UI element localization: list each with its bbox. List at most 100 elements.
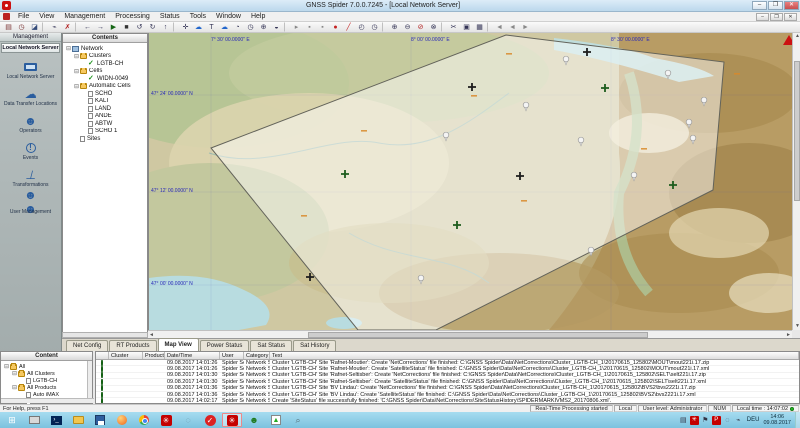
start-processing-icon[interactable]: ▶ bbox=[107, 22, 120, 32]
red-check-app-icon[interactable]: ✓ bbox=[200, 413, 220, 427]
copy-view-icon[interactable]: ▣ bbox=[460, 22, 473, 32]
tree-item[interactable]: ⊟ Network bbox=[65, 45, 147, 53]
upload-icon[interactable]: ↑ bbox=[159, 22, 172, 32]
map-pin-icon[interactable] bbox=[631, 172, 637, 178]
sidebar-item[interactable]: ☻☻ User Management bbox=[0, 195, 61, 215]
map-vertical-scrollbar[interactable]: ▲ ▼ bbox=[792, 33, 800, 330]
p-badge-icon[interactable]: P bbox=[712, 416, 721, 425]
nav-next-icon[interactable]: ► bbox=[519, 22, 532, 32]
firefox-icon[interactable] bbox=[112, 413, 132, 427]
green-users-app-icon[interactable]: ☻ bbox=[244, 413, 264, 427]
network-status-icon[interactable]: ◌ bbox=[723, 416, 732, 425]
select-icon[interactable]: ✂ bbox=[447, 22, 460, 32]
time2-icon[interactable]: ◷ bbox=[368, 22, 381, 32]
time1-icon[interactable]: ◴ bbox=[355, 22, 368, 32]
view-tab[interactable]: Map View bbox=[158, 338, 199, 351]
sep[interactable] bbox=[173, 22, 178, 32]
view-tab[interactable]: RT Products bbox=[109, 340, 156, 351]
nav-first-icon[interactable]: ◄ bbox=[493, 22, 506, 32]
search-app-icon[interactable]: ⌕ bbox=[288, 413, 308, 427]
view-tab[interactable]: Sat Status bbox=[250, 340, 292, 351]
show-desktop-button[interactable] bbox=[795, 412, 800, 428]
map-pin-icon[interactable] bbox=[690, 135, 696, 141]
column-header-cluster[interactable]: Cluster bbox=[109, 352, 143, 359]
menu-item[interactable]: Window bbox=[211, 13, 246, 20]
taskbar-clock[interactable]: 14:06 09.08.2017 bbox=[763, 414, 791, 426]
column-header-icon[interactable] bbox=[96, 352, 109, 359]
tree-item[interactable]: Sites bbox=[65, 135, 147, 143]
tree-item[interactable]: ⊟ Automatic Cells bbox=[65, 83, 147, 91]
map-pin-icon[interactable] bbox=[665, 70, 671, 76]
view-tab[interactable]: Net Config bbox=[66, 340, 108, 351]
file-explorer-icon[interactable] bbox=[68, 413, 88, 427]
sidebar-item[interactable]: ☁ Data Transfer Locations bbox=[0, 87, 61, 107]
cloud-up-icon[interactable]: ☁ bbox=[192, 22, 205, 32]
text-product-icon[interactable]: T bbox=[205, 22, 218, 32]
content-vertical-scrollbar[interactable] bbox=[87, 361, 92, 399]
stop-processing-icon[interactable]: ■ bbox=[120, 22, 133, 32]
column-header-category[interactable]: Category bbox=[244, 352, 270, 359]
user-tool-icon[interactable]: ◒ bbox=[270, 22, 283, 32]
tree-item[interactable]: LGTB-CH bbox=[3, 377, 92, 384]
map-pin-icon[interactable] bbox=[418, 275, 424, 281]
map-pin-icon[interactable] bbox=[588, 247, 594, 253]
mdi-close-button[interactable]: ✕ bbox=[784, 13, 797, 21]
scroll-up-icon[interactable]: ▲ bbox=[795, 33, 800, 40]
gnss-spider-active-icon[interactable]: ✳ bbox=[222, 413, 242, 427]
cloud-down-icon[interactable]: ☁ bbox=[218, 22, 231, 32]
tree-item[interactable]: SCHO 1 bbox=[65, 128, 147, 136]
server-time-icon[interactable]: ◷ bbox=[15, 22, 28, 32]
menu-item[interactable]: Tools bbox=[185, 13, 211, 20]
stop-small-icon[interactable]: ▪ bbox=[316, 22, 329, 32]
tree-item[interactable]: ⊟ All Products bbox=[3, 384, 92, 391]
image-icon[interactable]: ▦ bbox=[473, 22, 486, 32]
reset-icon[interactable]: ↺ bbox=[133, 22, 146, 32]
operators-tool-icon[interactable]: ◔ bbox=[231, 22, 244, 32]
notification-icon[interactable]: ▤ bbox=[679, 416, 688, 425]
tree-item[interactable]: WIDN-0049 bbox=[65, 75, 147, 83]
zoom-out-icon[interactable]: ⊖ bbox=[401, 22, 414, 32]
tree-item[interactable]: ⊟ Cells bbox=[65, 68, 147, 76]
menu-item[interactable]: Management bbox=[59, 13, 110, 20]
help-book-icon[interactable]: ◪ bbox=[28, 22, 41, 32]
tree-item[interactable]: ⊟ All Clusters bbox=[3, 370, 92, 377]
menu-item[interactable]: Help bbox=[246, 13, 270, 20]
tree-item[interactable]: ANDE bbox=[65, 113, 147, 121]
map-pin-icon[interactable] bbox=[578, 137, 584, 143]
menu-item[interactable]: Status bbox=[155, 13, 185, 20]
tree-item[interactable]: LGTB-CH bbox=[65, 60, 147, 68]
sep[interactable] bbox=[441, 22, 446, 32]
document-icon[interactable] bbox=[3, 13, 10, 20]
view-tab[interactable]: Sat History bbox=[293, 340, 336, 351]
chrome-icon[interactable] bbox=[134, 413, 154, 427]
gnss-spider-icon[interactable]: ✳ bbox=[156, 413, 176, 427]
local-network-server-button[interactable]: Local Network Server bbox=[1, 43, 60, 53]
content-horizontal-scrollbar[interactable] bbox=[1, 398, 94, 403]
map-pin-icon[interactable] bbox=[563, 56, 569, 62]
floppy-app-icon[interactable] bbox=[90, 413, 110, 427]
record-icon[interactable]: ● bbox=[329, 22, 342, 32]
mdi-restore-button[interactable]: ❐ bbox=[770, 13, 783, 21]
link-tool-icon[interactable]: ⊕ bbox=[257, 22, 270, 32]
sidebar-item[interactable]: Local Network Server bbox=[0, 60, 61, 80]
map-horizontal-scrollbar[interactable]: ◄ ► bbox=[148, 330, 792, 338]
chart-app-icon[interactable]: ▲ bbox=[266, 413, 286, 427]
flag-icon[interactable]: ⚑ bbox=[701, 416, 710, 425]
map-view[interactable]: 7° 30' 00.0000" E8° 00' 00.0000" E8° 30'… bbox=[148, 33, 792, 330]
map-pin-icon[interactable] bbox=[443, 132, 449, 138]
column-header-user[interactable]: User bbox=[220, 352, 244, 359]
pen-icon[interactable]: ╱ bbox=[342, 22, 355, 32]
sidebar-item[interactable]: ! Events bbox=[0, 141, 61, 161]
sep[interactable] bbox=[75, 22, 80, 32]
tree-item[interactable]: Auto iMAX bbox=[3, 391, 92, 398]
step-small-icon[interactable]: ▪ bbox=[303, 22, 316, 32]
view-tab[interactable]: Power Status bbox=[200, 340, 250, 351]
zoom-in-icon[interactable]: ⊕ bbox=[388, 22, 401, 32]
tree-item[interactable]: LAND bbox=[65, 105, 147, 113]
sidebar-item[interactable]: ⊥ Transformations bbox=[0, 168, 61, 188]
menu-item[interactable]: View bbox=[34, 13, 59, 20]
column-header-date[interactable]: Date/Time bbox=[165, 352, 220, 359]
tree-item[interactable]: ⊟ Clusters bbox=[65, 53, 147, 61]
print-icon[interactable]: ▤ bbox=[2, 22, 15, 32]
clock-tool-icon[interactable]: ◷ bbox=[244, 22, 257, 32]
